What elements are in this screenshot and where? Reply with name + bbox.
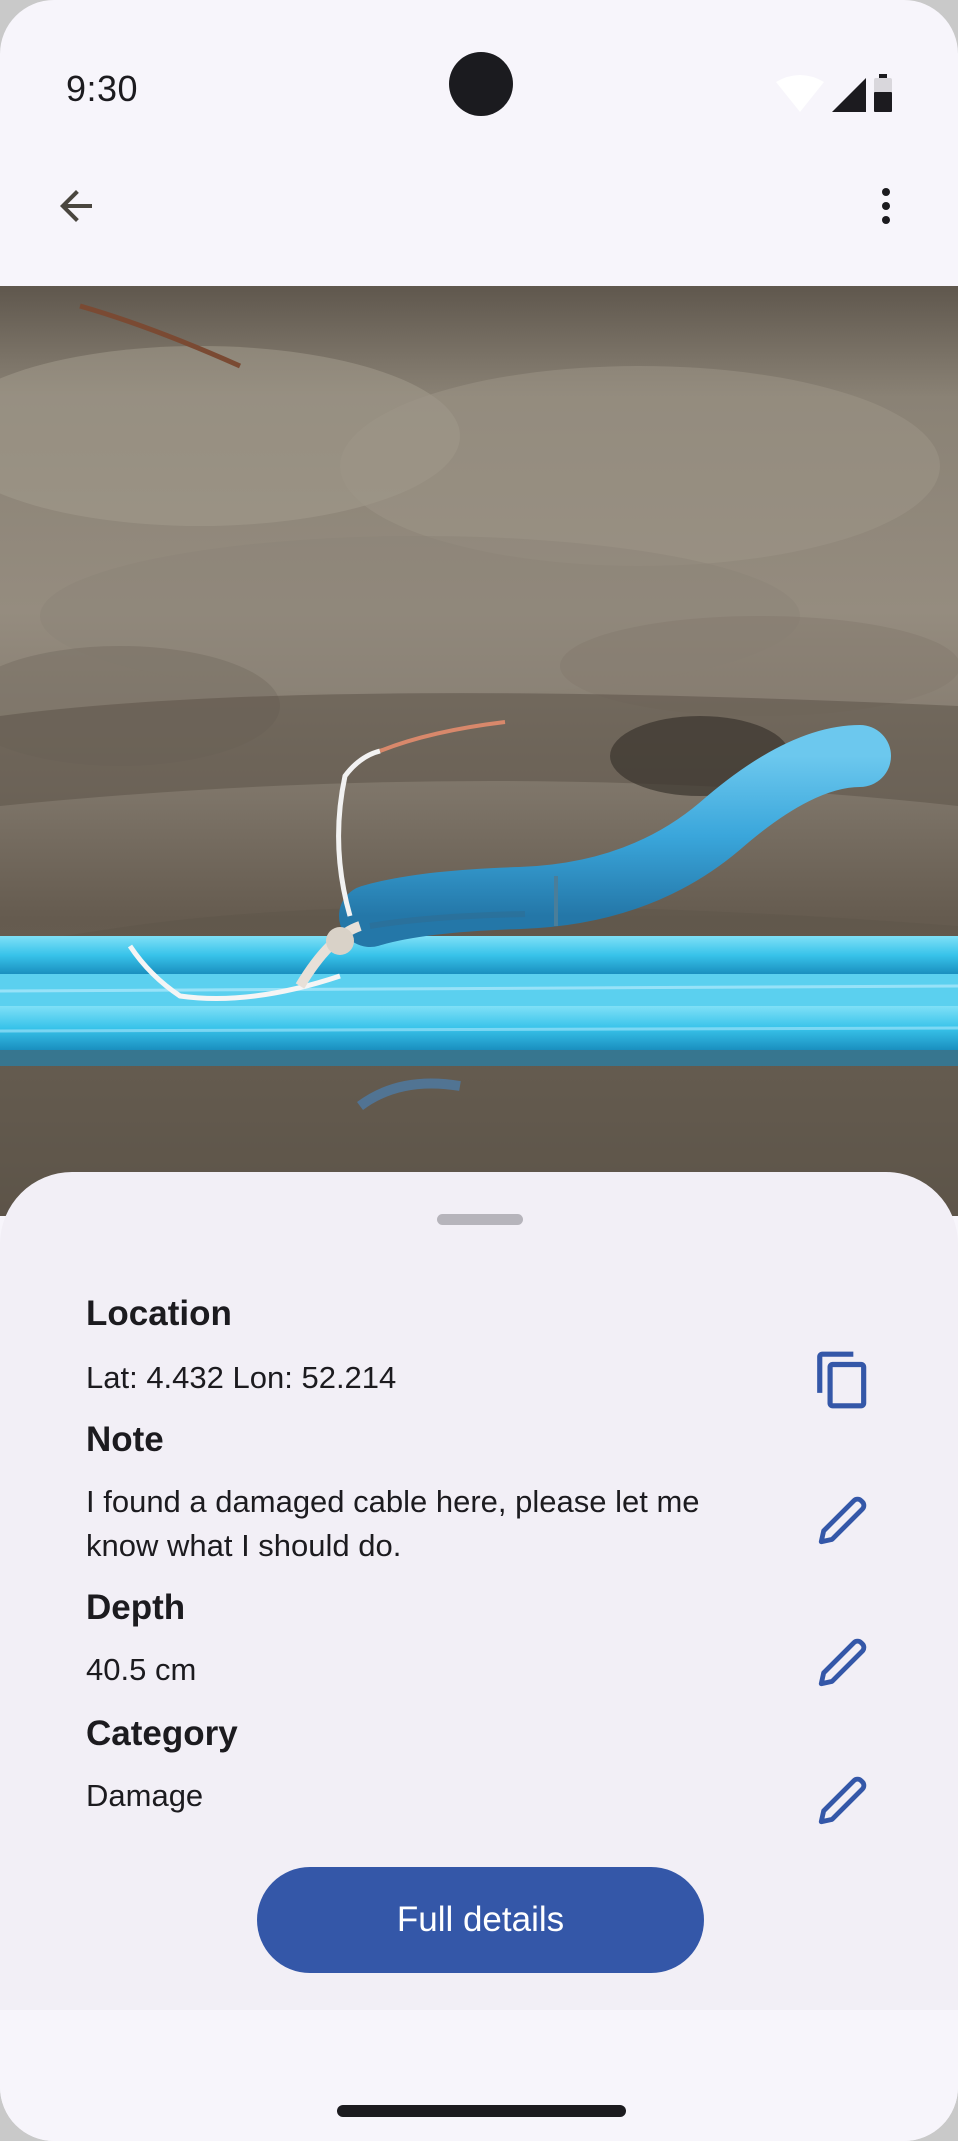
full-details-button[interactable]: Full details: [257, 1867, 704, 1973]
drag-handle[interactable]: [437, 1214, 523, 1225]
depth-title: Depth: [86, 1588, 186, 1627]
location-title: Location: [86, 1294, 232, 1333]
battery-icon: [874, 74, 892, 112]
depth-value: 40.5 cm: [86, 1652, 197, 1687]
edit-pencil-icon: [818, 1496, 867, 1545]
damaged-cable-photo[interactable]: [0, 286, 958, 1216]
edit-note-button[interactable]: [805, 1482, 881, 1558]
edit-category-button[interactable]: [805, 1762, 881, 1838]
edit-depth-button[interactable]: [805, 1624, 881, 1700]
more-options-button[interactable]: [850, 170, 922, 242]
edit-pencil-icon: [818, 1638, 867, 1687]
copy-icon: [817, 1351, 867, 1409]
category-title: Category: [86, 1714, 238, 1753]
location-value: Lat: 4.432 Lon: 52.214: [86, 1360, 397, 1395]
copy-location-button[interactable]: [805, 1342, 881, 1418]
more-vert-icon: [882, 188, 890, 224]
status-time: 9:30: [66, 68, 139, 109]
status-icons: [774, 72, 898, 114]
edit-pencil-icon: [818, 1776, 867, 1825]
category-value: Damage: [86, 1778, 204, 1813]
phone-screen: 9:30 Location Lat: 4.432 Lon: 52.214 Not…: [0, 0, 958, 2141]
details-bottom-sheet: Location Lat: 4.432 Lon: 52.214 Note I f…: [0, 1172, 958, 2012]
status-bar: 9:30: [0, 0, 958, 180]
wifi-icon: [776, 75, 824, 112]
note-title: Note: [86, 1420, 164, 1459]
home-indicator[interactable]: [337, 2105, 626, 2117]
system-navigation-bar: [0, 2010, 958, 2141]
top-app-bar: [0, 170, 958, 290]
note-value: I found a damaged cable here, please let…: [86, 1484, 700, 1563]
front-camera: [449, 52, 513, 116]
cellular-signal-icon: [832, 78, 866, 112]
arrow-back-icon: [60, 190, 92, 222]
back-button[interactable]: [40, 170, 112, 242]
